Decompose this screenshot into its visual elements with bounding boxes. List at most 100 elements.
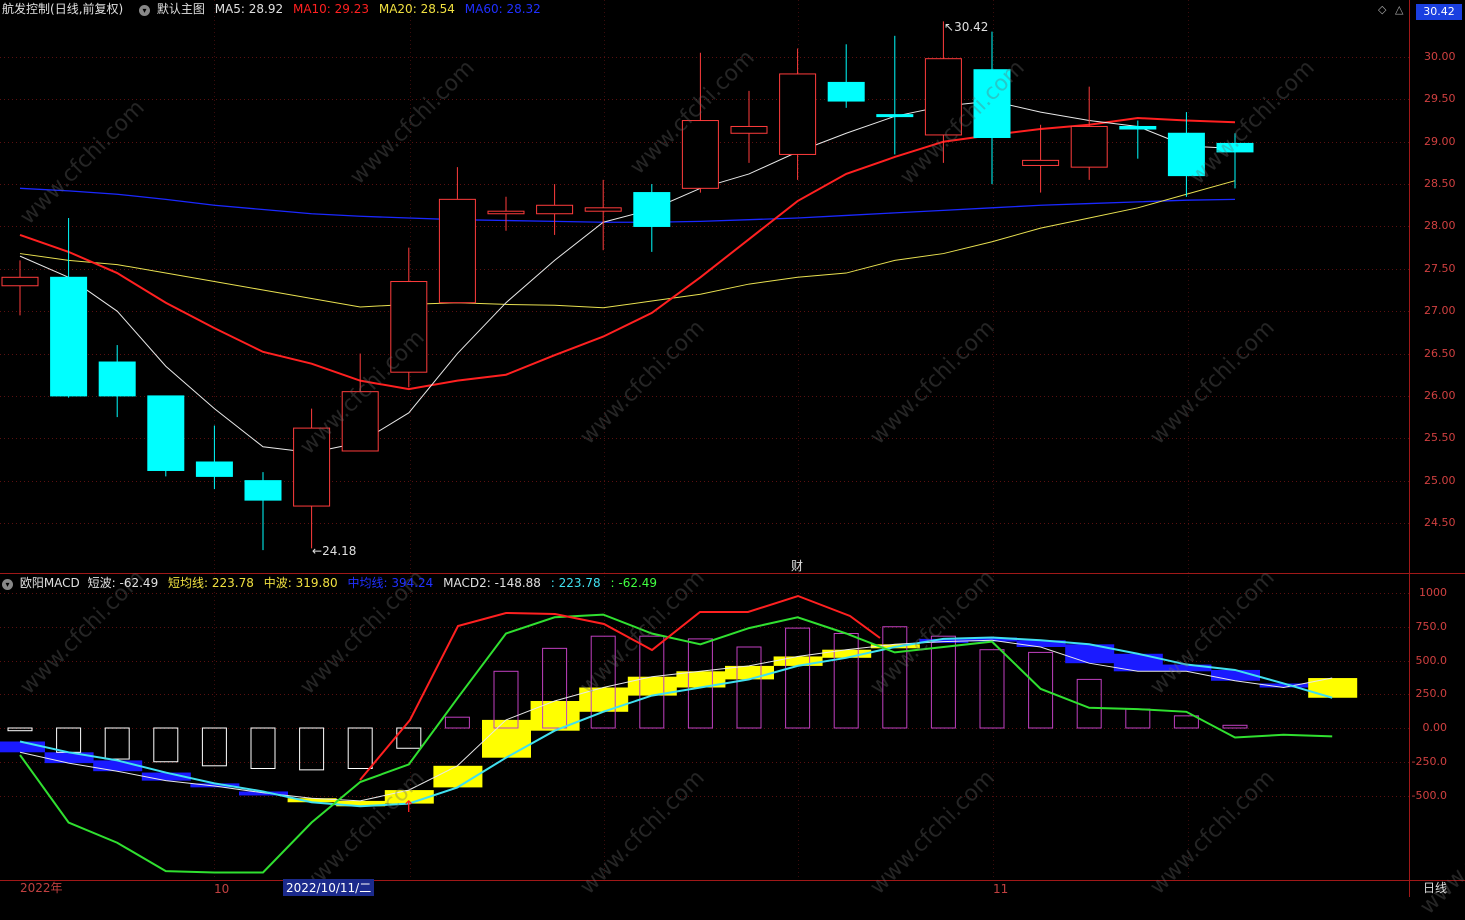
- candle-body: [1167, 132, 1205, 177]
- price-tick-label: 29.00: [1424, 134, 1456, 148]
- macd-histogram-bar: [833, 633, 859, 729]
- stock-name[interactable]: 航发控制(日线,前复权): [2, 2, 133, 16]
- macd-band-bar: [0, 741, 45, 753]
- candle-body: [1070, 125, 1108, 168]
- candle-body: [98, 361, 136, 397]
- macd2-value: MACD2: -148.88: [443, 576, 541, 590]
- ma10-indicator: MA10: 29.23: [292, 2, 370, 16]
- candle-body: [1216, 142, 1254, 153]
- price-tick-label: 28.00: [1424, 219, 1456, 233]
- current-price-tag: 30.42: [1416, 4, 1462, 20]
- macd-histogram-bar: [56, 727, 82, 753]
- macd-tick-label: 0.00: [1422, 721, 1448, 734]
- candle-body: [1022, 159, 1060, 166]
- price-tick-label: 27.00: [1424, 304, 1456, 318]
- macd-cyan-value: : 223.78: [550, 576, 601, 590]
- macd-tick-label: 500.0: [1415, 653, 1448, 667]
- macd-green-value: : -62.49: [610, 576, 658, 590]
- candle-body: [584, 207, 622, 212]
- candle-body: [1, 276, 39, 287]
- macd-name[interactable]: 欧阳MACD: [20, 576, 80, 590]
- macd-histogram-bar: [1028, 651, 1054, 729]
- date-label-year: 2022年: [20, 881, 63, 895]
- price-tick-label: 29.50: [1424, 92, 1456, 106]
- triangle-up-icon[interactable]: △: [1395, 3, 1403, 16]
- macd-tick-label: 1000: [1419, 586, 1447, 599]
- macd-histogram-bar: [1222, 724, 1248, 729]
- candle-body: [390, 281, 428, 373]
- macd-short-avg: 短均线: 223.78: [168, 576, 254, 590]
- candle-body: [536, 204, 574, 215]
- macd-tick-label: -500.0: [1411, 788, 1447, 802]
- price-tick-label: 24.50: [1424, 516, 1456, 529]
- macd-band-bar: [579, 687, 629, 712]
- candle-body: [633, 192, 671, 227]
- macd-mid-wave: 中波: 319.80: [263, 576, 338, 590]
- selected-date[interactable]: 2022/10/11/二: [283, 879, 375, 896]
- template-label[interactable]: 默认主图: [157, 2, 205, 16]
- macd-band-bar: [530, 701, 580, 731]
- main-header: 航发控制(日线,前复权) ▾ 默认主图 MA5: 28.92 MA10: 29.…: [2, 1, 547, 17]
- candle-body: [244, 480, 282, 501]
- ma60-line: [19, 187, 1236, 223]
- macd-histogram-bar: [785, 627, 811, 729]
- chevron-down-icon[interactable]: ▾: [139, 5, 151, 16]
- candle-body: [681, 120, 719, 189]
- macd-histogram-bar: [444, 716, 470, 729]
- finance-marker[interactable]: 财: [791, 558, 803, 574]
- candle-body: [438, 198, 476, 304]
- macd-histogram-bar: [1173, 715, 1199, 729]
- macd-histogram-bar: [7, 727, 33, 732]
- candle-body: [1119, 125, 1157, 130]
- high-marker: ↖30.42: [944, 20, 989, 34]
- candle-body: [730, 125, 768, 134]
- macd-histogram-bar: [930, 635, 956, 729]
- arrow-up-icon: ↑: [402, 797, 415, 816]
- candle-body: [779, 73, 817, 155]
- price-chart[interactable]: ↑: [0, 0, 1465, 897]
- candle-body: [924, 58, 962, 136]
- macd-histogram-bar: [153, 727, 179, 763]
- macd-tick-label: 250.0: [1415, 687, 1448, 701]
- date-label-oct: 10: [214, 882, 230, 896]
- price-tick-label: 30.00: [1424, 50, 1456, 63]
- macd-histogram-bar: [299, 727, 325, 771]
- price-tick-label: 26.00: [1424, 388, 1456, 402]
- price-tick-label: 26.50: [1424, 346, 1456, 360]
- candle-body: [827, 81, 865, 102]
- ma60-indicator: MA60: 28.32: [464, 2, 541, 16]
- diamond-icon[interactable]: ◇: [1378, 3, 1386, 16]
- ma20-indicator: MA20: 28.54: [378, 2, 455, 16]
- price-tick-label: 28.50: [1424, 177, 1456, 191]
- macd-histogram-bar: [250, 727, 276, 769]
- price-tick-label: 25.00: [1424, 473, 1456, 487]
- low-marker: ←24.18: [312, 544, 357, 558]
- macd-histogram-bar: [882, 626, 908, 729]
- candle-body: [341, 391, 379, 452]
- macd-histogram-bar: [104, 727, 130, 760]
- macd-tick-label: 750.0: [1415, 619, 1448, 633]
- macd-band-bar: [482, 719, 531, 758]
- ma20-line: [19, 180, 1236, 309]
- ma5-indicator: MA5: 28.92: [214, 2, 284, 16]
- candle-body: [147, 395, 185, 471]
- candle-body: [50, 276, 88, 397]
- chevron-down-icon[interactable]: ▾: [2, 579, 13, 590]
- candle-body: [293, 427, 331, 507]
- candle-body: [195, 461, 233, 477]
- candle-body: [973, 69, 1011, 138]
- macd-header: ▾ 欧阳MACD 短波: -62.49 短均线: 223.78 中波: 319.…: [2, 575, 663, 591]
- price-tick-label: 25.50: [1424, 431, 1456, 445]
- period-label[interactable]: 日线: [1423, 879, 1447, 896]
- macd-histogram-bar: [736, 646, 762, 729]
- macd-mid-avg: 中均线: 394.24: [347, 576, 434, 590]
- macd-short-wave: 短波: -62.49: [87, 576, 159, 590]
- macd-tick-label: -250.0: [1411, 754, 1447, 768]
- ma10-line: [19, 117, 1236, 391]
- candle-body: [876, 114, 914, 118]
- macd-histogram-bar: [1125, 708, 1151, 729]
- macd-band-bar: [44, 752, 94, 764]
- ma5-line: [19, 100, 1236, 454]
- macd-band-bar: [773, 656, 823, 666]
- date-label-nov: 11: [993, 882, 1009, 896]
